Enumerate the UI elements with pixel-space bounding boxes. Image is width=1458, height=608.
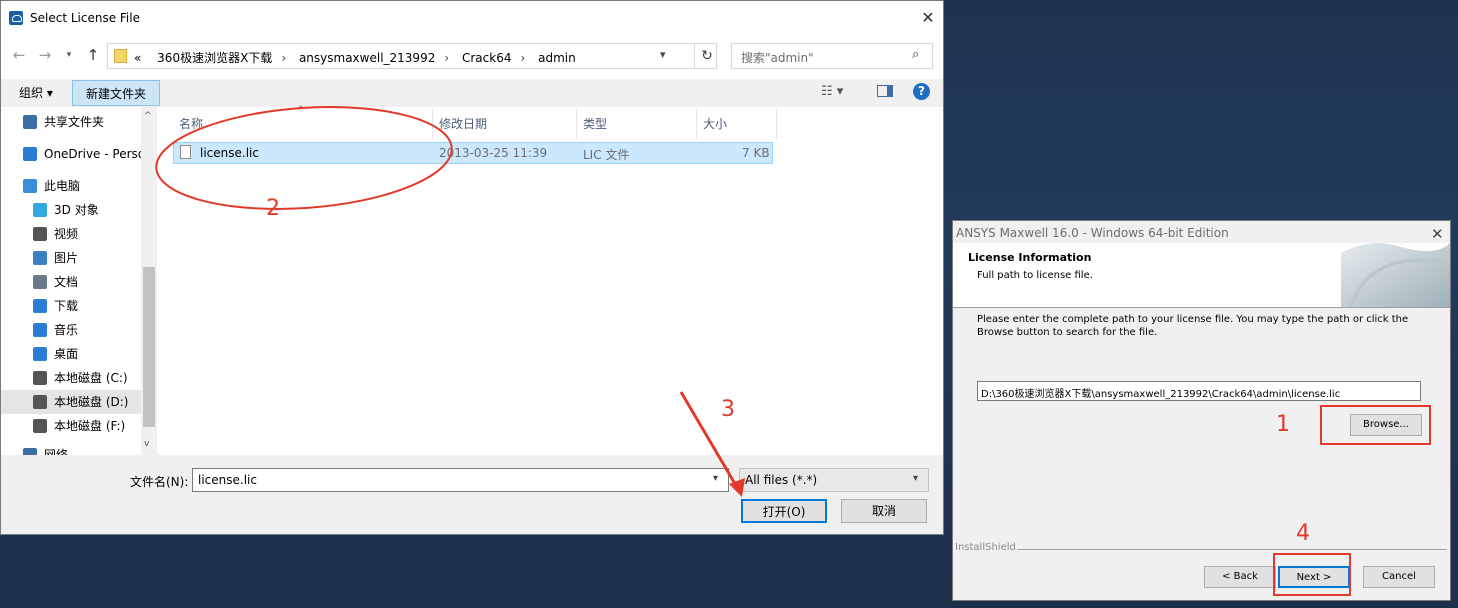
annotation-step-1: 1 (1276, 412, 1290, 437)
annotation-box-next (1273, 553, 1351, 596)
annotation-arrowhead (729, 478, 745, 497)
annotation-step-2: 2 (266, 196, 280, 221)
annotation-box-browse (1320, 405, 1431, 445)
annotation-layer (155, 106, 745, 497)
annotation-step-4: 4 (1296, 521, 1310, 546)
annotation-step-3: 3 (721, 397, 735, 422)
annotation-ellipse (155, 106, 453, 210)
